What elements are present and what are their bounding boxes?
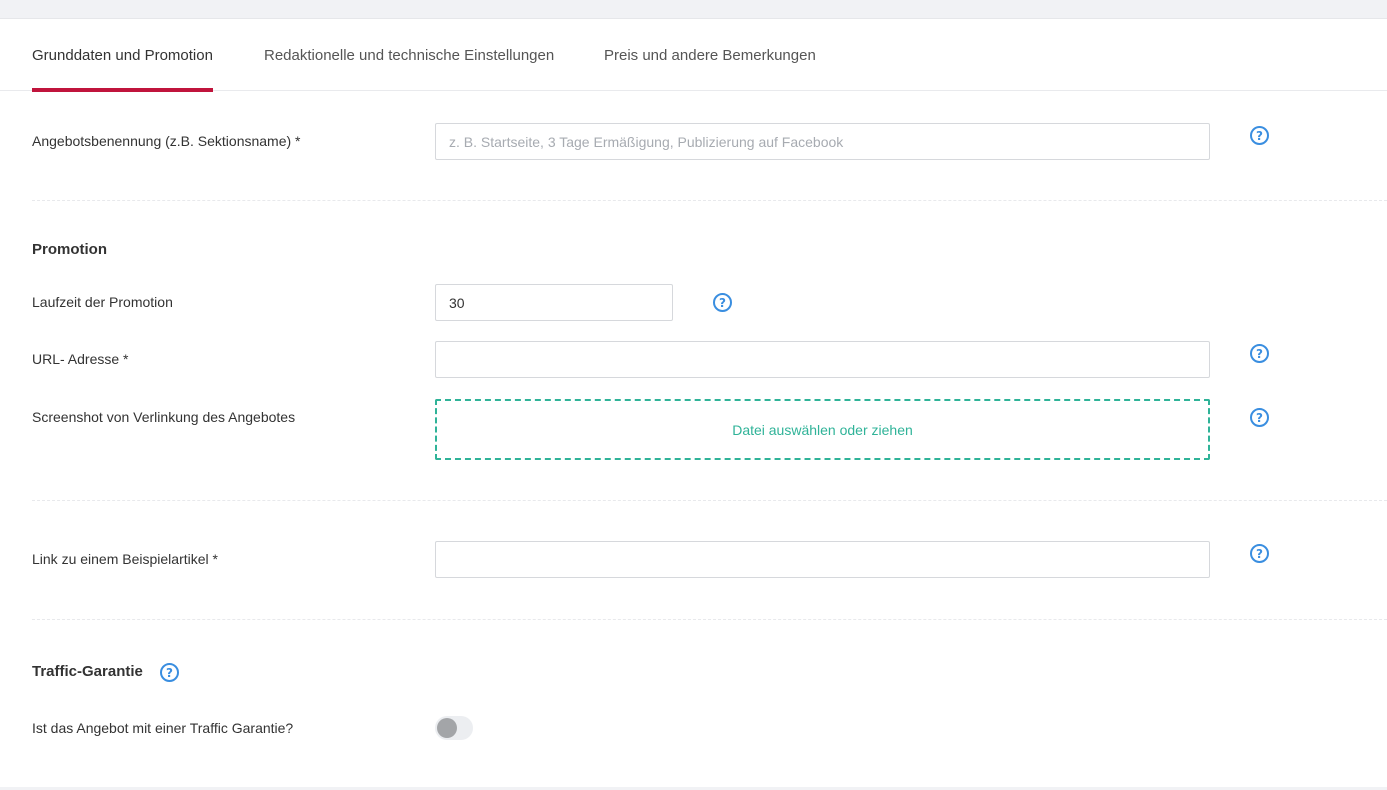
section-divider	[32, 500, 1387, 501]
traffic-guarantee-heading: Traffic-Garantie	[32, 663, 143, 680]
tab-label: Preis und andere Bemerkungen	[604, 46, 816, 64]
screenshot-dropzone[interactable]: Datei auswählen oder ziehen	[435, 399, 1210, 460]
tab-price-remarks[interactable]: Preis und andere Bemerkungen	[604, 19, 816, 91]
form-card: Grunddaten und Promotion Redaktionelle u…	[0, 18, 1387, 787]
example-link-input[interactable]	[435, 541, 1210, 578]
offer-name-input[interactable]	[435, 123, 1210, 160]
url-help-icon[interactable]: ?	[1250, 344, 1269, 363]
tab-basic-data-promotion[interactable]: Grunddaten und Promotion	[32, 19, 213, 92]
offer-name-label: Angebotsbenennung (z.B. Sektionsname) *	[32, 133, 301, 149]
traffic-guarantee-help-icon[interactable]: ?	[160, 663, 179, 682]
promotion-duration-help-icon[interactable]: ?	[713, 293, 732, 312]
promotion-heading: Promotion	[32, 241, 107, 258]
tab-label: Redaktionelle und technische Einstellung…	[264, 46, 555, 64]
tab-label: Grunddaten und Promotion	[32, 46, 213, 64]
promotion-duration-input[interactable]	[435, 284, 673, 321]
url-input[interactable]	[435, 341, 1210, 378]
dropzone-text: Datei auswählen oder ziehen	[732, 421, 913, 438]
example-link-help-icon[interactable]: ?	[1250, 544, 1269, 563]
offer-name-help-icon[interactable]: ?	[1250, 126, 1269, 145]
screenshot-label: Screenshot von Verlinkung des Angebotes	[32, 409, 296, 425]
section-divider	[32, 619, 1387, 620]
example-link-label: Link zu einem Beispielartikel *	[32, 551, 218, 567]
traffic-guarantee-question: Ist das Angebot mit einer Traffic Garant…	[32, 720, 294, 736]
traffic-guarantee-toggle[interactable]	[435, 716, 473, 740]
promotion-duration-label: Laufzeit der Promotion	[32, 294, 173, 310]
tab-editorial-technical-settings[interactable]: Redaktionelle und technische Einstellung…	[264, 19, 554, 91]
tab-bar: Grunddaten und Promotion Redaktionelle u…	[0, 19, 1387, 92]
section-divider	[32, 200, 1387, 201]
url-label: URL- Adresse *	[32, 351, 129, 367]
toggle-knob	[437, 718, 457, 738]
screenshot-help-icon[interactable]: ?	[1250, 408, 1269, 427]
